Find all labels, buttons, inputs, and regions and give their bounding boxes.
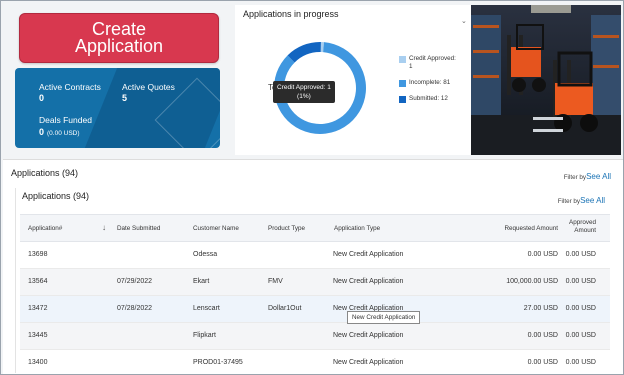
filter-label: Filter by (563, 174, 587, 181)
deals-funded-sub: (0.00 USD) (47, 130, 80, 137)
active-quotes-label: Active Quotes (122, 82, 175, 92)
cell-application-number[interactable]: 13445 (28, 332, 47, 339)
active-quotes-value: 5 (122, 93, 128, 103)
applications-card-title: Applications (94) (22, 191, 90, 201)
cell-approved-amount: 0.00 USD (565, 251, 596, 258)
header-product-type[interactable]: Product Type (268, 225, 305, 232)
active-contracts-value: 0 (39, 93, 45, 103)
tooltip-line1: Credit Approved: 1 (277, 84, 331, 91)
stats-card: Active Contracts 0 Active Quotes 5 Deals… (15, 68, 220, 148)
legend-swatch (399, 80, 406, 87)
cell-application-type: New Credit Application (333, 332, 404, 339)
chart-title: Applications in progress (243, 9, 339, 19)
table-header: Application# ↓ Date Submitted Customer N… (20, 214, 610, 242)
tooltip-line2: (1%) (297, 93, 311, 100)
legend-label: Credit Approved: (409, 55, 456, 62)
card-filter-by: Filter bySee All (558, 196, 605, 205)
deals-funded-value: 0 (0.00 USD) (39, 127, 80, 137)
cell-application-number[interactable]: 13400 (28, 359, 47, 366)
cell-approved-amount: 0.00 USD (565, 332, 596, 339)
header-approved-amount[interactable]: Approved Amount (560, 219, 596, 235)
cell-approved-amount: 0.00 USD (565, 278, 596, 285)
legend-swatch (399, 56, 406, 63)
chevron-down-icon[interactable]: ⌄ (461, 17, 467, 25)
table-body: 13698 Odessa New Credit Application 0.00 US… (20, 242, 610, 375)
cell-date-submitted: 07/29/2022 (117, 278, 153, 285)
cell-application-number[interactable]: 13564 (28, 278, 47, 285)
table-row[interactable]: 13472 07/28/2022 Lenscart Dollar1Out New Cre… (20, 296, 610, 323)
card-filter-label: Filter by (557, 198, 581, 205)
card-see-all-link[interactable]: See All (580, 196, 605, 205)
header-approved-line2: Amount (574, 227, 596, 234)
legend-label: Incomplete: 81 (409, 79, 451, 86)
applications-table: Application# ↓ Date Submitted Customer N… (20, 214, 610, 375)
cell-customer-name[interactable]: Flipkart (193, 332, 216, 339)
legend-value: 1 (409, 63, 413, 70)
table-row[interactable]: 13445 Flipkart New Credit Application 0.00 … (20, 323, 610, 350)
active-contracts-label: Active Contracts (39, 82, 101, 92)
legend-item[interactable]: Incomplete: 81 (399, 79, 456, 87)
legend-label: Submitted: 12 (409, 95, 448, 102)
legend-item[interactable]: Credit Approved: 1 (399, 55, 456, 71)
create-label-line2: Application (74, 36, 164, 56)
header-approved-line1: Approved (569, 219, 596, 226)
warehouse-forklift-image (471, 5, 621, 155)
table-row[interactable]: 13564 07/29/2022 Ekart FMV New Credit Applic… (20, 269, 610, 296)
applications-section: Applications (94) Filter bySee All Appli… (3, 159, 623, 374)
cell-tooltip: New Credit Application (347, 311, 421, 324)
header-date-submitted[interactable]: Date Submitted (117, 225, 160, 232)
cell-application-number[interactable]: 13698 (28, 251, 47, 258)
applications-title: Applications (94) (11, 168, 79, 178)
deals-funded-label: Deals Funded (39, 115, 92, 125)
deals-funded-number: 0 (39, 127, 45, 137)
table-row[interactable]: 13698 Odessa New Credit Application 0.00 US… (20, 242, 610, 269)
chart-legend: Credit Approved: 1 Incomplete: 81 Submitted… (399, 55, 456, 111)
app-frame: Create Application Active Contracts 0 Ac… (0, 0, 624, 375)
cell-product-type: FMV (268, 278, 283, 285)
cell-customer-name[interactable]: Odessa (193, 251, 217, 258)
cell-product-type: Dollar1Out (268, 305, 302, 312)
applications-card: Applications (94) Filter bySee All Appli… (15, 188, 610, 375)
header-application-number[interactable]: Application# (28, 225, 62, 232)
cell-application-number[interactable]: 13472 (28, 305, 47, 312)
cell-application-type: New Credit Application (333, 278, 404, 285)
filter-by: Filter bySee All (564, 172, 611, 181)
cell-date-submitted: 07/28/2022 (117, 305, 153, 312)
legend-swatch (399, 96, 406, 103)
cell-customer-name[interactable]: PROD01-37495 (193, 359, 243, 366)
legend-item[interactable]: Submitted: 12 (399, 95, 456, 103)
cell-customer-name[interactable]: Lenscart (193, 305, 220, 312)
header-application-type[interactable]: Application Type (334, 225, 380, 232)
cell-approved-amount: 0.00 USD (565, 359, 596, 366)
cell-application-type: New Credit Application (333, 359, 404, 366)
create-application-button[interactable]: Create Application (19, 13, 219, 63)
cell-approved-amount: 0.00 USD (565, 305, 596, 312)
arrow-down-icon[interactable]: ↓ (102, 223, 106, 232)
header-customer-name[interactable]: Customer Name (193, 225, 239, 232)
chart-tooltip: Credit Approved: 1 (1%) (273, 81, 335, 103)
applications-in-progress-panel: Applications in progress ⌄ Tota Credit A… (235, 5, 471, 155)
table-row[interactable]: 13400 PROD01-37495 New Credit Application 0… (20, 350, 610, 375)
header-requested-amount[interactable]: Requested Amount (460, 225, 558, 232)
forklift-illustration (471, 5, 621, 155)
cell-customer-name[interactable]: Ekart (193, 278, 209, 285)
donut-slice-submitted[interactable] (287, 42, 321, 63)
cell-application-type: New Credit Application (333, 251, 404, 258)
see-all-link[interactable]: See All (586, 172, 611, 181)
